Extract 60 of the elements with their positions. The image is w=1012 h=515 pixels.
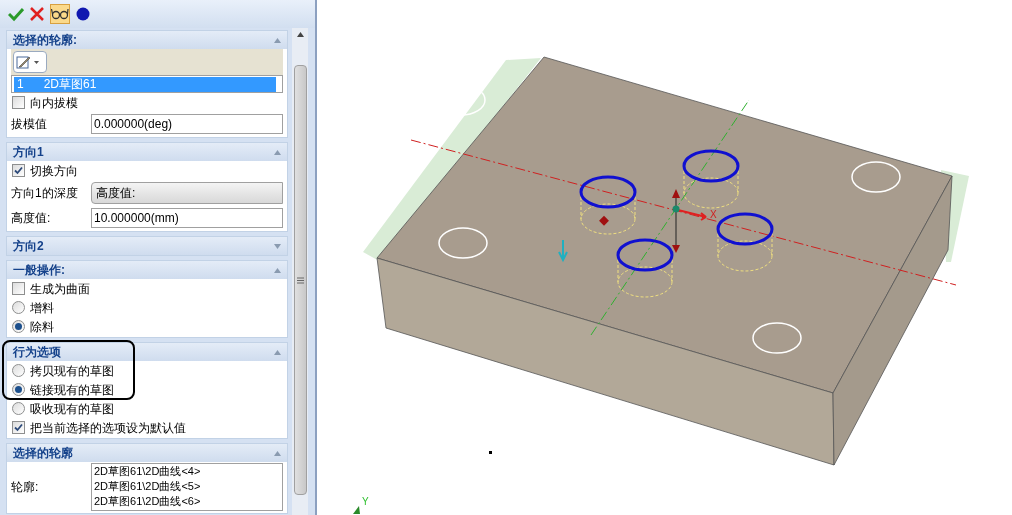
edit-icon [16,54,31,70]
collapse-icon[interactable] [274,37,281,43]
section-header[interactable]: 选择的轮廓 [7,444,287,462]
checkbox[interactable] [12,96,25,109]
list-item[interactable]: 2D草图61\2D曲线<5> [94,479,280,494]
collapse-icon[interactable] [274,149,281,155]
radio-button[interactable] [12,383,25,396]
checkbox-label: 把当前选择的选项设为默认值 [30,419,186,437]
checkbox-label: 切换方向 [30,162,78,180]
collapse-icon[interactable] [274,450,281,456]
collapse-icon[interactable] [274,267,281,273]
input-field[interactable]: 0.000000(deg) [91,114,283,134]
dropdown[interactable]: 高度值: [91,182,283,204]
radio-label: 吸收现有的草图 [30,400,114,418]
radio-button[interactable] [12,320,25,333]
sketch-picker-button[interactable] [13,51,47,73]
preview-button[interactable] [50,4,70,24]
scroll-up-icon [296,32,304,37]
section-title: 选择的轮廓 [13,445,73,462]
close-icon[interactable] [30,7,44,21]
field-label: 轮廓: [11,479,40,496]
scrollbar-thumb[interactable] [293,65,307,495]
checkbox[interactable] [12,421,25,434]
checkbox-label: 生成为曲面 [30,280,90,298]
section-title: 选择的轮廓: [13,32,77,49]
radio-label: 链接现有的草图 [30,381,114,399]
glasses-icon [51,8,69,20]
list-item[interactable]: 2D草图61\2D曲线<4> [94,464,280,479]
section-header[interactable]: 一般操作: [7,261,287,279]
axis-label: X [710,210,717,220]
section-title: 方向1 [13,144,44,161]
axis-label: Y [362,497,369,507]
input-field[interactable]: 10.000000(mm) [91,208,283,228]
list-item[interactable]: 2D草图61\2D曲线<6> [94,494,280,509]
collapse-icon[interactable] [274,349,281,355]
radio-label: 增料 [30,299,54,317]
radio-button[interactable] [12,364,25,377]
radio-label: 拷贝现有的草图 [30,362,114,380]
section-title: 一般操作: [13,262,65,279]
field-label: 高度值: [11,210,52,227]
section-header[interactable]: 行为选项 [7,343,287,361]
field-label: 拔模值 [11,116,48,133]
sphere-icon[interactable] [76,7,90,21]
expand-icon[interactable] [274,243,281,249]
radio-button[interactable] [12,301,25,314]
scrollbar[interactable] [292,28,308,515]
checkmark-icon[interactable] [8,6,24,22]
checkbox[interactable] [12,164,25,177]
section-header[interactable]: 方向2 [7,237,287,255]
grip-icon [296,276,304,284]
caret-icon [34,60,39,64]
section-header[interactable]: 选择的轮廓: [7,31,287,49]
field-label: 方向1的深度 [11,185,79,202]
radio-label: 除料 [30,318,54,336]
checkbox[interactable] [12,282,25,295]
section-title: 行为选项 [13,344,61,361]
section-header[interactable]: 方向1 [7,143,287,161]
section-title: 方向2 [13,238,44,255]
checkbox-label: 向内拔模 [30,94,78,112]
radio-button[interactable] [12,402,25,415]
